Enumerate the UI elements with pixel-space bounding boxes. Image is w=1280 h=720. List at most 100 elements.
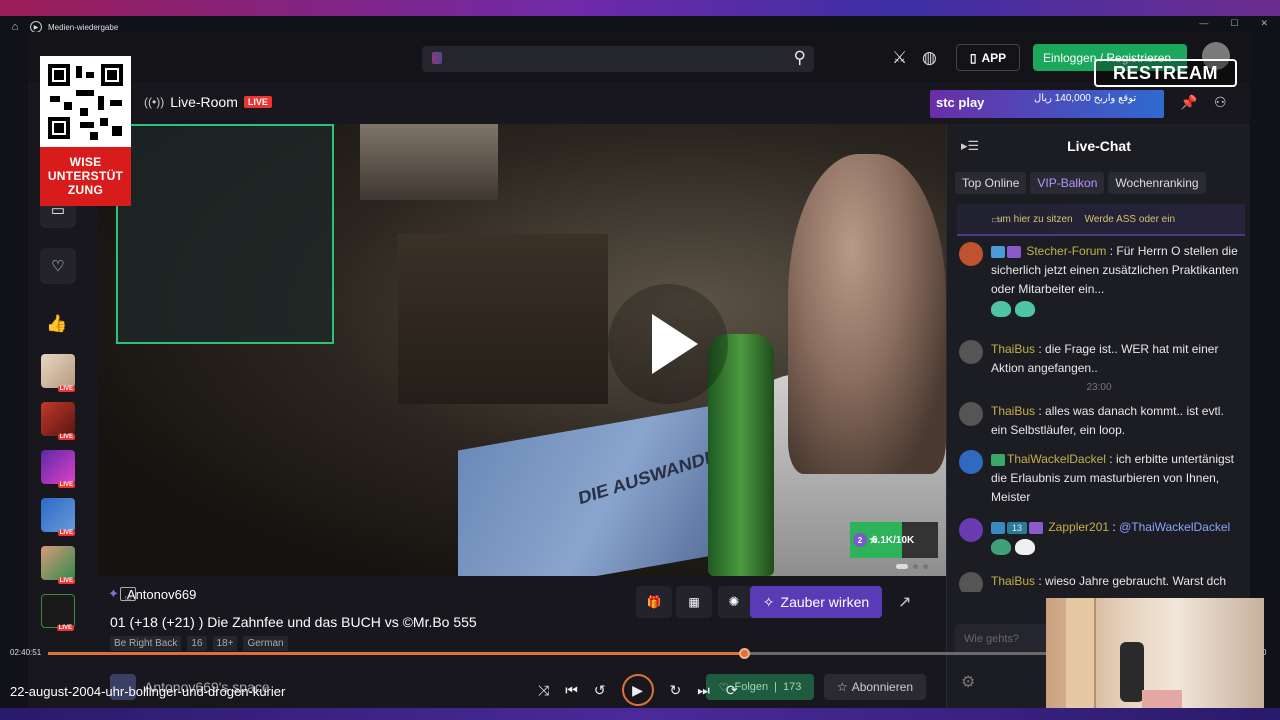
apps-icon: ▦ xyxy=(688,595,700,609)
chat-title: Live-Chat xyxy=(1067,138,1131,154)
gear-icon[interactable]: ⚙ xyxy=(961,672,975,692)
gift-level: 2 xyxy=(853,533,867,547)
gift-progress[interactable]: 2 ☆ 6.1K/10K xyxy=(850,522,938,558)
chat-nick[interactable]: Zappler201 xyxy=(1048,520,1109,534)
share-icon[interactable]: ↗ xyxy=(898,592,911,612)
stream-title: 01 (+18 (+21) ) Die Zahnfee und das BUCH… xyxy=(110,614,477,630)
video-player[interactable]: DIE AUSWANDE 2 ☆ 6.1K/10K xyxy=(98,124,946,576)
ad-banner[interactable]: stc play توقع واربح 140,000 ريال xyxy=(930,90,1164,118)
carousel-dots xyxy=(896,564,928,569)
sidebar-button-favorites[interactable]: ♡ xyxy=(40,248,76,284)
close-icon[interactable]: ✕ xyxy=(1260,18,1268,29)
time-divider: 23:00 xyxy=(1086,382,1112,393)
emote-icon xyxy=(991,300,1011,317)
pip-coat xyxy=(1120,642,1144,702)
maximize-icon[interactable]: ☐ xyxy=(1230,18,1238,29)
badge-icon xyxy=(991,245,1005,258)
thumbs-up-icon[interactable]: 👍 xyxy=(46,314,67,334)
channel-avatar[interactable]: LIVE xyxy=(41,354,75,392)
channel-avatar[interactable]: LIVE xyxy=(41,498,75,536)
stream-overlay-cam xyxy=(360,124,498,200)
chat-message: ThaiWackelDackel : ich erbitte untertäni… xyxy=(959,450,1243,507)
chat-nick[interactable]: ThaiBus xyxy=(991,342,1035,356)
user-settings-icon[interactable]: ⚇ xyxy=(1214,94,1227,111)
badge-icon xyxy=(1029,521,1043,534)
avatar xyxy=(959,402,983,426)
channel-avatar[interactable]: LIVE xyxy=(41,546,75,584)
wise-badge: WISE UNTERSTÜT ZUNG xyxy=(40,147,131,206)
seat-icon: ▭ xyxy=(991,213,1002,226)
forward-30-icon[interactable]: ↻ xyxy=(670,682,682,699)
previous-icon[interactable]: ⏮ xyxy=(565,682,578,699)
left-sidebar: ▭ ♡ 👍 LIVE LIVE LIVE LIVE LIVE LIVE xyxy=(28,124,88,712)
live-badge: LIVE xyxy=(56,625,74,631)
channel-avatar[interactable]: LIVE xyxy=(41,402,75,440)
ad-text: توقع واربح 140,000 ريال xyxy=(1034,93,1137,104)
webcam-overlay xyxy=(1046,598,1264,720)
tag[interactable]: Be Right Back xyxy=(110,636,182,651)
media-title: 22-august-2004-uhr-bollinger-und-drogen-… xyxy=(10,684,286,699)
zauber-group: ✺ ✧ Zauber wirken xyxy=(718,586,882,618)
channel-avatar[interactable]: LIVE xyxy=(41,594,75,631)
message-icon[interactable]: ▭ xyxy=(120,587,136,602)
badge-icon xyxy=(1007,245,1021,258)
pip-door xyxy=(1066,598,1096,720)
chat-text: @ThaiWackelDackel xyxy=(1119,520,1231,534)
avatar xyxy=(959,572,983,592)
play-icon[interactable] xyxy=(608,284,728,404)
tab-wochenranking[interactable]: Wochenranking xyxy=(1108,172,1206,194)
ad-brand: stc play xyxy=(936,95,985,110)
tag[interactable]: German xyxy=(243,636,288,651)
next-icon[interactable]: ⏭ xyxy=(697,682,710,699)
streamer-name[interactable]: Antonov669 xyxy=(127,587,196,602)
channel-avatar[interactable]: LIVE xyxy=(41,450,75,488)
qr-code xyxy=(40,56,131,147)
chat-messages: Stecher-Forum : Für Herrn O stellen die … xyxy=(947,238,1250,592)
site-topbar: ⚲ ⚔ ◍ ▯ APP Einloggen / Registrieren xyxy=(28,32,1250,82)
search-icon[interactable]: ⚲ xyxy=(794,48,806,68)
avatar xyxy=(959,450,983,474)
desktop-wallpaper-bottom xyxy=(0,708,1280,720)
play-button[interactable]: ▶ xyxy=(621,674,654,706)
tag[interactable]: 18+ xyxy=(212,636,238,651)
collapse-icon[interactable]: ▸☰ xyxy=(961,138,979,154)
subscribe-button[interactable]: ☆ Abonnieren xyxy=(824,674,926,700)
live-badge: LIVE xyxy=(57,482,75,488)
chat-message: 13 Zappler201 : @ThaiWackelDackel xyxy=(959,518,1243,556)
games-icon[interactable]: ⚔ xyxy=(892,48,907,68)
badge-icon xyxy=(991,453,1005,466)
follow-count: 173 xyxy=(783,681,802,693)
shuffle-icon[interactable]: ⤨ xyxy=(538,682,549,699)
chat-message: ThaiBus : wieso Jahre gebraucht. Warst d… xyxy=(959,572,1243,592)
stream-tags: Be Right Back 16 18+ German xyxy=(110,636,288,651)
stream-overlay-widgets xyxy=(116,124,334,344)
chat-message: ThaiBus : alles was danach kommt.. ist e… xyxy=(959,402,1243,440)
search-input[interactable]: ⚲ xyxy=(422,46,814,72)
magic-icon[interactable]: ✺ xyxy=(718,586,750,618)
live-badge: LIVE xyxy=(57,386,75,392)
rewind-10-icon[interactable]: ↺ xyxy=(594,682,606,699)
chat-message: Stecher-Forum : Für Herrn O stellen die … xyxy=(959,242,1243,318)
chat-nick[interactable]: ThaiWackelDackel xyxy=(1007,452,1106,466)
tab-top-online[interactable]: Top Online xyxy=(955,172,1027,194)
chat-nick[interactable]: Stecher-Forum xyxy=(1026,244,1106,258)
home-icon[interactable]: ⌂ xyxy=(0,21,30,33)
vip-notice[interactable]: ▭ um hier zu sitzen Werde ASS oder ein xyxy=(957,204,1245,236)
gift-box-button[interactable]: 🎁 xyxy=(636,586,672,618)
tab-vip-balkon[interactable]: VIP-Balkon xyxy=(1030,172,1105,194)
seek-knob[interactable] xyxy=(738,648,750,659)
phone-icon: ▯ xyxy=(969,50,977,65)
repeat-icon[interactable]: ⟳ xyxy=(726,682,738,699)
avatar xyxy=(959,242,983,266)
play-icon: ▶ xyxy=(632,681,643,698)
app-button[interactable]: ▯ APP xyxy=(956,44,1020,71)
pin-icon[interactable]: 📌 xyxy=(1180,94,1197,111)
chat-nick[interactable]: ThaiBus xyxy=(991,574,1035,588)
zauber-button[interactable]: ✧ Zauber wirken xyxy=(750,586,882,618)
broadcast-icon: ((•)) xyxy=(144,95,165,109)
globe-icon[interactable]: ◍ xyxy=(922,48,937,68)
games-button[interactable]: ▦ xyxy=(676,586,712,618)
minimize-icon[interactable]: — xyxy=(1199,18,1208,29)
chat-nick[interactable]: ThaiBus xyxy=(991,404,1035,418)
tag[interactable]: 16 xyxy=(187,636,207,651)
